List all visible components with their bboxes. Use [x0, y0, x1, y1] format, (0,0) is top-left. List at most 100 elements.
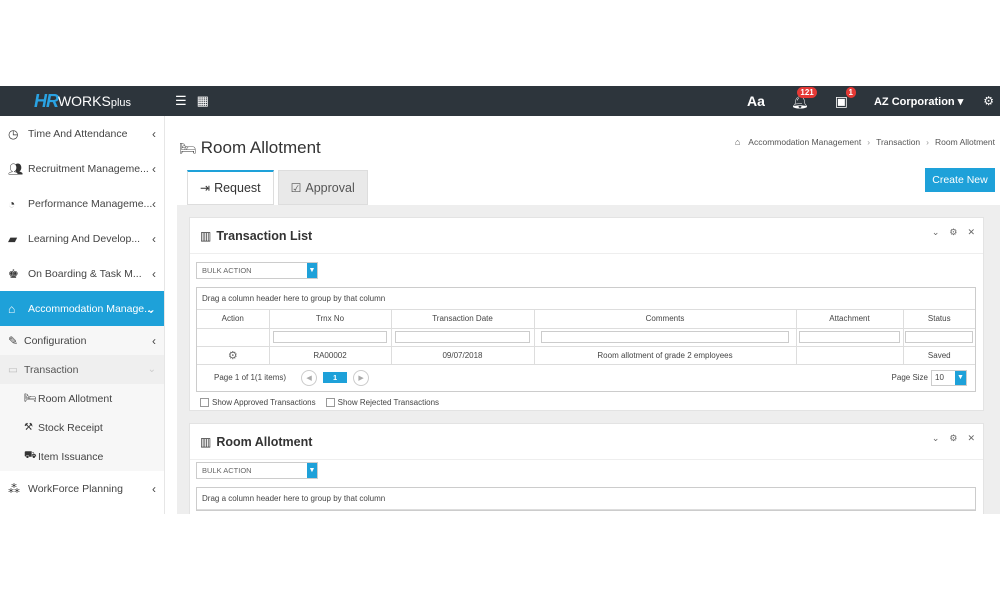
page-title: 🛏︎ Room Allotment [179, 138, 321, 158]
show-approved-checkbox[interactable]: Show Approved Transactions [200, 397, 316, 407]
sidebar-item-configuration[interactable]: ✎ Configuration ‹ [0, 326, 164, 355]
collapse-icon[interactable]: ⌄ [932, 433, 940, 444]
clock-icon: ◷ [8, 126, 19, 141]
company-dropdown[interactable]: AZ Corporation ▾ [874, 95, 963, 108]
checkbox-box [325, 397, 335, 407]
page-size-value: 10 [935, 373, 944, 382]
checkbox-box [200, 397, 209, 407]
sidebar-item-accommodation[interactable]: ⌂ Accommodation Manage... ⌄ [0, 291, 164, 326]
dropdown-arrow-icon: ▼ [955, 370, 966, 385]
page-number-button[interactable]: 1 [323, 372, 348, 383]
apps-grid-icon[interactable]: ▦ [197, 93, 209, 109]
notifications-button[interactable]: 🔔︎ 121 [791, 86, 817, 110]
breadcrumb-separator: › [867, 137, 871, 147]
filter-cell [269, 328, 392, 347]
panel-header: ▥ Transaction List ⌄ ⚙ ✕ [190, 218, 983, 254]
users-icon: 👥︎ [8, 161, 24, 176]
caret-down-icon: ▾ [957, 95, 964, 108]
sidebar-item-label: Time And Attendance [28, 127, 128, 140]
show-rejected-checkbox[interactable]: Show Rejected Transactions [325, 397, 439, 407]
panel-header: ▥ Room Allotment ⌄ ⚙ ✕ [190, 424, 983, 460]
sidebar-item-time-attendance[interactable]: ◷ Time And Attendance ‹ [0, 116, 164, 151]
page-size-select[interactable]: 10 ▼ [931, 369, 967, 386]
filter-attachment-input[interactable] [799, 331, 900, 343]
filter-trnx-no-input[interactable] [272, 331, 388, 343]
gear-icon[interactable]: ⚙ [949, 433, 957, 444]
sidebar-item-label: Stock Receipt [38, 421, 103, 434]
gear-icon[interactable]: ⚙ [949, 227, 957, 238]
font-size-button[interactable]: Aa [747, 93, 765, 109]
sidebar-item-workforce-planning[interactable]: ⁂ WorkForce Planning ‹ [0, 471, 164, 506]
bulk-action-label: BULK ACTION [202, 266, 252, 275]
prev-page-icon[interactable]: ◀ [301, 369, 318, 386]
tabs: ⇥ Request ☑ Approval [187, 170, 372, 205]
sidebar-item-label: WorkForce Planning [28, 482, 123, 495]
room-allotment-panel: ▥ Room Allotment ⌄ ⚙ ✕ BULK ACTION ▼ Dra… [189, 423, 984, 514]
chevron-left-icon: ‹ [152, 196, 156, 211]
sidebar-item-item-issuance[interactable]: ⛟ Item Issuance [0, 442, 164, 471]
create-new-button[interactable]: Create New [925, 168, 995, 192]
column-header-attachment[interactable]: Attachment [796, 310, 904, 329]
breadcrumb-item[interactable]: Accommodation Management [748, 137, 861, 147]
filter-cell [534, 328, 797, 347]
tab-approval[interactable]: ☑ Approval [277, 170, 368, 205]
close-icon[interactable]: ✕ [967, 433, 975, 444]
panel-title: Transaction List [216, 228, 313, 243]
filter-cell [796, 328, 904, 347]
truck-icon: ⛟ [24, 450, 37, 461]
user-tie-icon: ♚ [8, 266, 19, 281]
sitemap-icon: ⁂ [8, 481, 20, 496]
panel-tools: ⌄ ⚙ ✕ [932, 227, 975, 238]
hamburger-menu-icon[interactable]: ☰ [175, 93, 187, 109]
column-header-status[interactable]: Status [903, 310, 975, 329]
breadcrumb-item[interactable]: Transaction [876, 137, 920, 147]
panel-tools: ⌄ ⚙ ✕ [932, 433, 975, 444]
group-by-hint[interactable]: Drag a column header here to group by th… [197, 488, 975, 510]
tab-request[interactable]: ⇥ Request [187, 170, 274, 205]
app-logo[interactable]: HR WORKS plus [0, 86, 165, 116]
checkbox-label: Show Approved Transactions [212, 397, 316, 407]
sidebar-item-onboarding[interactable]: ♚ On Boarding & Task M... ‹ [0, 256, 164, 291]
filter-cell [903, 328, 975, 347]
row-action-cell: ⚙ [197, 346, 270, 365]
check-square-icon: ☑ [290, 180, 302, 195]
sidebar-item-room-allotment[interactable]: 🛏︎ Room Allotment [0, 384, 164, 413]
sidebar-item-stock-receipt[interactable]: ⚒ Stock Receipt [0, 413, 164, 442]
breadcrumb-separator: › [926, 137, 929, 147]
sidebar-item-label: Configuration [24, 334, 87, 347]
column-header-transaction-date[interactable]: Transaction Date [391, 310, 535, 329]
transaction-icon: ▭ [8, 363, 18, 376]
sidebar-item-performance[interactable]: ◔ Performance Manageme... ‹ [0, 186, 164, 221]
accommodation-submenu: ✎ Configuration ‹ ▭ Transaction ⌄ 🛏︎ Roo… [0, 326, 164, 471]
filter-status-input[interactable] [905, 331, 974, 343]
table-row[interactable]: ⚙ RA00002 09/07/2018 Room allotment of g… [197, 346, 975, 365]
pager: Page 1 of 1(1 items) ◀ 1 ▶ Page Size 10 … [197, 365, 975, 391]
chevron-left-icon: ‹ [152, 481, 156, 496]
dropdown-arrow-icon: ▼ [307, 263, 317, 278]
chevron-down-icon: ⌄ [145, 301, 156, 316]
column-header-comments[interactable]: Comments [534, 310, 797, 329]
column-header-trnx-no[interactable]: Trnx No [269, 310, 392, 329]
sidebar-item-recruitment[interactable]: 👥︎ Recruitment Manageme... ‹ [0, 151, 164, 186]
bulk-action-select[interactable]: BULK ACTION ▼ [196, 262, 318, 279]
sidebar-item-label: Recruitment Manageme... [28, 162, 149, 175]
sidebar: ◷ Time And Attendance ‹ 👥︎ Recruitment M… [0, 116, 165, 514]
next-page-icon[interactable]: ▶ [353, 369, 370, 386]
group-by-hint[interactable]: Drag a column header here to group by th… [197, 288, 975, 310]
page-size: Page Size 10 ▼ [892, 369, 967, 386]
sidebar-item-transaction[interactable]: ▭ Transaction ⌄ [0, 355, 164, 384]
wrench-icon: ✎ [8, 333, 19, 348]
gauge-icon: ◔ [8, 196, 16, 211]
bar-chart-icon: ▥ [200, 434, 212, 449]
settings-cogs-icon[interactable]: ⚙ [983, 94, 994, 108]
tasks-button[interactable]: ▣ 1 [835, 86, 856, 110]
gear-icon[interactable]: ⚙ [228, 350, 238, 362]
collapse-icon[interactable]: ⌄ [932, 227, 940, 238]
filter-date-input[interactable] [395, 331, 530, 343]
bulk-action-select[interactable]: BULK ACTION ▼ [196, 462, 318, 479]
close-icon[interactable]: ✕ [967, 227, 975, 238]
sidebar-item-learning[interactable]: ▰ Learning And Develop... ‹ [0, 221, 164, 256]
room-allotment-grid: Drag a column header here to group by th… [196, 487, 976, 511]
filter-comments-input[interactable] [541, 331, 789, 343]
column-header-action[interactable]: Action [197, 310, 270, 329]
